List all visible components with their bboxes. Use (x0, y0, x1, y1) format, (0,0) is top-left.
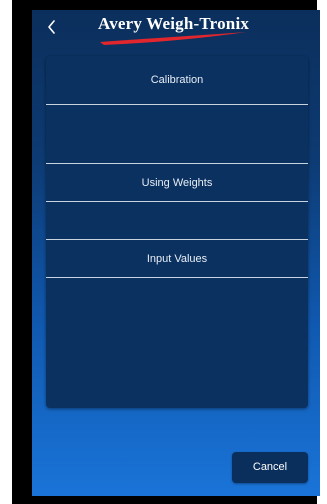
divider (46, 277, 308, 278)
cancel-button[interactable]: Cancel (232, 452, 308, 483)
menu-item-using-weights[interactable]: Using Weights (46, 177, 308, 189)
divider (46, 239, 308, 240)
calibration-panel: Calibration Using Weights Input Values (46, 56, 308, 408)
logo-swoosh-icon (100, 32, 246, 45)
back-button[interactable] (42, 16, 62, 38)
divider (46, 201, 308, 202)
brand-logo: Avery Weigh-Tronix (98, 12, 268, 48)
divider (46, 104, 308, 105)
app-screen: Avery Weigh-Tronix Calibration Using Wei… (32, 10, 320, 496)
app-header: Avery Weigh-Tronix (32, 10, 320, 50)
calibration-heading: Calibration (150, 74, 204, 86)
divider (46, 163, 308, 164)
menu-item-input-values[interactable]: Input Values (46, 253, 308, 265)
chevron-left-icon (48, 20, 55, 34)
device-frame: Avery Weigh-Tronix Calibration Using Wei… (12, 0, 320, 504)
